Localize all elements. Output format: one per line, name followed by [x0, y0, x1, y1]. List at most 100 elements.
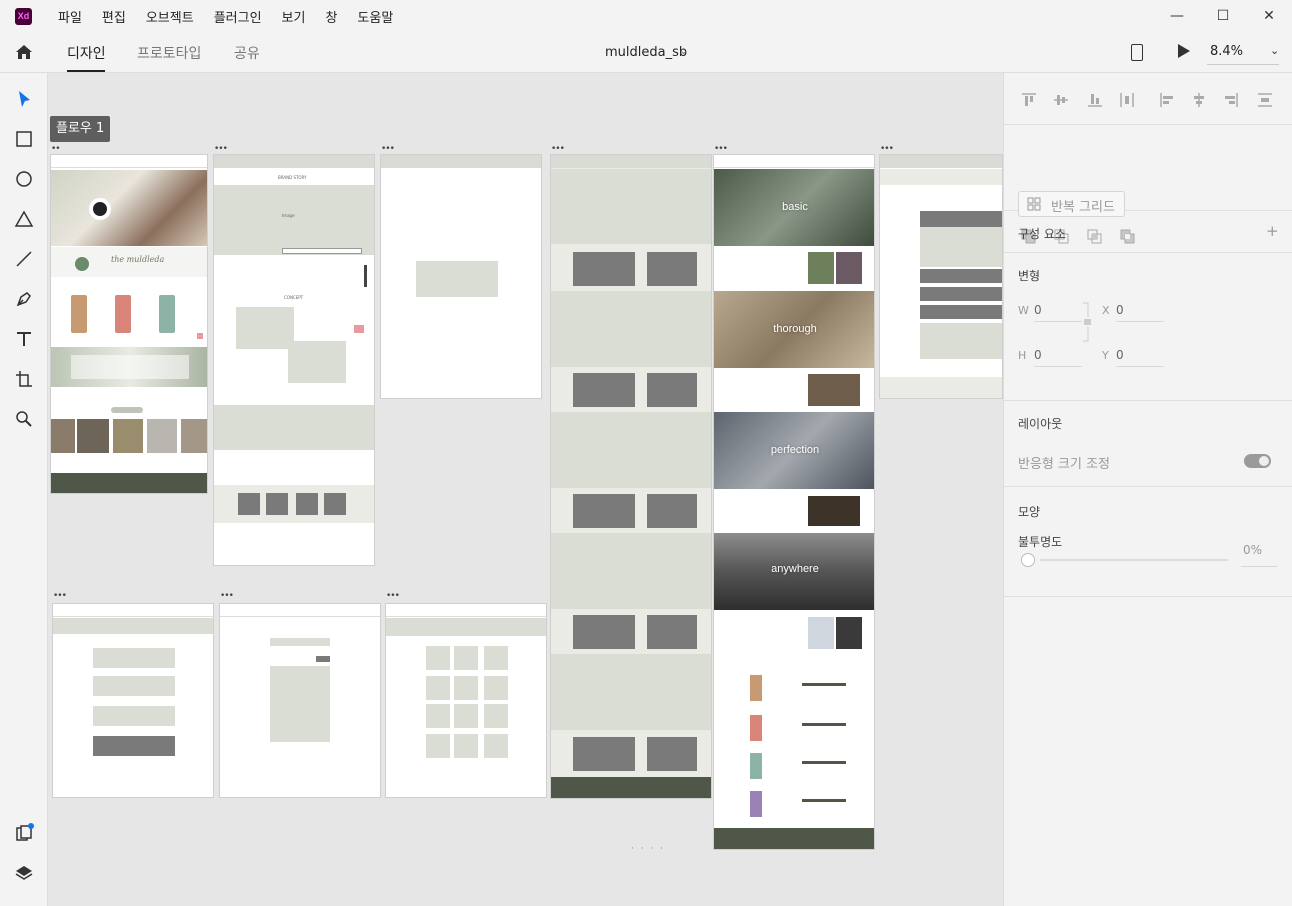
menu-edit[interactable]: 편집: [102, 7, 126, 26]
spec-bar: [802, 723, 846, 726]
xd-logo: Xd: [15, 7, 32, 25]
close-button[interactable]: ✕: [1246, 0, 1292, 32]
artboard-dots: •••: [880, 144, 894, 154]
lock-aspect-icon[interactable]: [1082, 301, 1092, 343]
responsive-resize-toggle[interactable]: [1244, 454, 1271, 468]
artboard-faq[interactable]: [52, 603, 214, 798]
minimize-button[interactable]: —: [1154, 0, 1200, 32]
artboard-footer: [714, 828, 874, 849]
gallery-tile: [426, 676, 450, 700]
artboard-showcase[interactable]: basic thorough perfection anywhere: [713, 154, 875, 850]
distribute-icon[interactable]: [1118, 91, 1136, 109]
appearance-label: 모양: [1018, 505, 1041, 519]
align-middle-icon[interactable]: [1052, 91, 1070, 109]
line-icon[interactable]: [14, 249, 34, 269]
align-top-icon[interactable]: [1020, 91, 1038, 109]
tab-prototype[interactable]: 프로토타입: [137, 43, 201, 63]
device-preview-icon[interactable]: [1131, 44, 1143, 61]
rectangle-icon[interactable]: [14, 129, 34, 149]
tab-design[interactable]: 디자인: [67, 43, 106, 63]
artboard-gallery[interactable]: [385, 603, 547, 798]
align-center-icon[interactable]: [1190, 91, 1208, 109]
artboard-contact[interactable]: [380, 154, 542, 399]
flow-label[interactable]: 플로우 1: [50, 116, 111, 142]
story-title: BRAND STORY: [278, 175, 307, 180]
x-field[interactable]: 0: [1116, 303, 1164, 322]
artboard-story[interactable]: BRAND STORY Image CONCEPT: [213, 154, 375, 566]
add-component-icon[interactable]: +: [1266, 222, 1279, 240]
list-section: [551, 169, 711, 244]
artboard-review[interactable]: [219, 603, 381, 798]
list-section: [551, 291, 711, 367]
product-pack: [750, 753, 762, 779]
zoom-underline: [1207, 64, 1279, 65]
showcase-thumb: [808, 374, 860, 406]
menu-help[interactable]: 도움말: [357, 7, 393, 26]
info-banner: [51, 347, 207, 387]
align-left-icon[interactable]: [1158, 91, 1176, 109]
showcase-thumb: [808, 496, 860, 526]
gallery-tile: [484, 676, 508, 700]
align-bottom-icon[interactable]: [1086, 91, 1104, 109]
menu-window[interactable]: 창: [325, 7, 337, 26]
gallery-tile: [426, 704, 450, 728]
zoom-icon[interactable]: [14, 409, 34, 429]
maximize-button[interactable]: ☐: [1200, 0, 1246, 32]
artboard-icon[interactable]: [14, 369, 34, 389]
concept-card: [288, 341, 346, 383]
pen-icon[interactable]: [14, 289, 34, 309]
artboard-footer: [551, 777, 711, 798]
design-canvas[interactable]: 플로우 1 •• the muldleda ••• BRAND STORY Im…: [48, 73, 1003, 906]
property-inspector: 반복 그리드 구성 요소 + 변형 W 0 X 0 H 0 Y 0 레이아웃 반…: [1003, 73, 1292, 906]
zoom-level[interactable]: 8.4%: [1210, 44, 1243, 59]
text-icon[interactable]: [14, 329, 34, 349]
y-field[interactable]: 0: [1116, 348, 1164, 367]
list-block: [573, 737, 635, 771]
artboard-home[interactable]: the muldleda: [50, 154, 208, 494]
chevron-down-icon[interactable]: ⌄: [679, 44, 688, 57]
review-body: [270, 666, 330, 742]
list-block: [647, 494, 697, 528]
plugins-icon[interactable]: [14, 823, 34, 843]
y-label: Y: [1102, 349, 1109, 362]
opacity-value[interactable]: 0%: [1243, 543, 1262, 557]
window-controls: — ☐ ✕: [1154, 0, 1292, 32]
tab-share[interactable]: 공유: [234, 43, 260, 63]
play-icon[interactable]: [1178, 44, 1190, 58]
showcase-thumb: [836, 617, 862, 649]
artboard-login[interactable]: [879, 154, 1003, 399]
menu-plugins[interactable]: 플러그인: [214, 7, 262, 26]
select-icon[interactable]: [14, 89, 34, 109]
home-icon[interactable]: [14, 42, 34, 62]
layers-icon[interactable]: [14, 863, 34, 883]
gallery-tile: [484, 646, 508, 670]
showcase-thumb: [808, 617, 834, 649]
zoom-chevron-down-icon[interactable]: ⌄: [1270, 44, 1279, 57]
menu-object[interactable]: 오브젝트: [146, 7, 194, 26]
opacity-slider-thumb[interactable]: [1021, 553, 1035, 567]
brand-banner: the muldleda: [51, 247, 207, 277]
gallery-tile: [454, 676, 478, 700]
product-pack: [750, 675, 762, 701]
menu-file[interactable]: 파일: [58, 7, 82, 26]
ellipse-icon[interactable]: [14, 169, 34, 189]
height-field[interactable]: 0: [1034, 348, 1082, 367]
align-right-icon[interactable]: [1222, 91, 1240, 109]
list-block: [573, 373, 635, 407]
gallery-tile: [454, 734, 478, 758]
distribute-horizontal-icon[interactable]: [1256, 91, 1274, 109]
menu-view[interactable]: 보기: [282, 7, 306, 26]
canvas-status: · · · ·: [631, 844, 666, 854]
artboard-nav: [880, 155, 1002, 168]
repeat-grid-section: 반복 그리드: [1004, 125, 1292, 244]
width-field[interactable]: 0: [1034, 303, 1082, 322]
artboard-list[interactable]: [550, 154, 712, 799]
artboard-dots: •••: [386, 591, 400, 601]
faq-item-active: [93, 736, 175, 756]
opacity-slider-track[interactable]: [1040, 559, 1228, 561]
layout-section: 레이아웃 반응형 크기 조정: [1004, 401, 1292, 487]
triangle-icon[interactable]: [14, 209, 34, 229]
login-panel: [920, 227, 1002, 267]
document-title[interactable]: muldleda_sb: [605, 45, 687, 60]
artboard-dots: ••: [51, 144, 61, 154]
